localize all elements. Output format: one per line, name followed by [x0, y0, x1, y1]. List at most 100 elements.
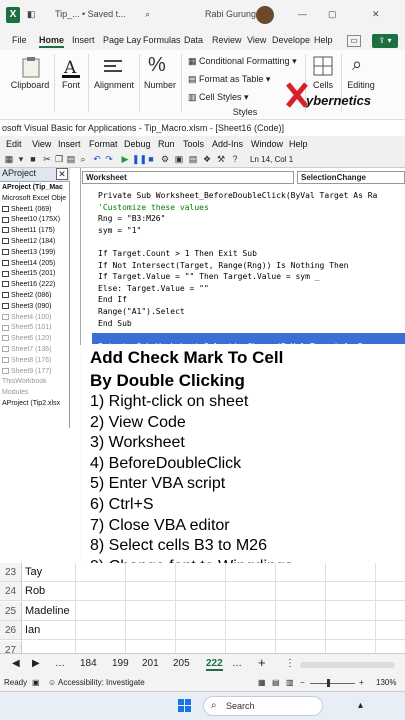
tab-developer[interactable]: Develope [272, 35, 310, 45]
code-line[interactable]: Range("A1").Select [98, 307, 185, 316]
code-line[interactable]: If Target.Count > 1 Then Exit Sub [98, 249, 257, 258]
run-icon[interactable]: ▶ [120, 154, 130, 164]
paste-icon[interactable]: ▤ [66, 154, 76, 164]
project-explorer-icon[interactable]: ▣ [174, 154, 184, 164]
zoom-level[interactable]: 130% [376, 678, 396, 687]
row-header[interactable]: 26 [0, 621, 22, 641]
code-line[interactable]: sym = "1" [98, 226, 141, 235]
row-header[interactable]: 25 [0, 601, 22, 621]
macro-record-icon[interactable]: ▣ [32, 678, 40, 687]
design-mode-icon[interactable]: ⚙ [160, 154, 170, 164]
project-tree-item[interactable]: ThisWorkbook [2, 378, 47, 385]
code-line[interactable]: End Sub [98, 319, 132, 328]
tab-scroll-left-icon[interactable]: ◀ [12, 658, 20, 669]
minimize-icon[interactable]: — [298, 9, 307, 19]
undo-icon[interactable]: ↶ [92, 154, 102, 164]
taskbar-search-input[interactable]: ⌕ Search [203, 696, 323, 716]
vba-menu-format[interactable]: Format [89, 139, 118, 149]
code-line[interactable]: End If [98, 295, 127, 304]
project-tree-item[interactable]: Modules [2, 389, 28, 396]
redo-icon[interactable]: ↷ [104, 154, 114, 164]
vba-menu-run[interactable]: Run [158, 139, 175, 149]
sheet-tab[interactable]: 205 [173, 658, 190, 669]
share-button[interactable]: ⇪ ▾ [372, 34, 398, 48]
sheet-tab[interactable]: 184 [80, 658, 97, 669]
code-line[interactable]: If Not Intersect(Target, Range(Rng)) Is … [98, 261, 348, 270]
tab-page-layout[interactable]: Page Lay [103, 35, 141, 45]
tab-more-icon[interactable]: … [55, 658, 65, 669]
find-icon[interactable]: ⌕ [78, 154, 88, 164]
editing-search-icon[interactable]: ⌕ [352, 54, 362, 75]
grid-cell[interactable]: Rob [22, 582, 405, 602]
project-tree-item[interactable]: Sheet5 (101) [2, 324, 51, 331]
project-tree-item[interactable]: Sheet10 (175X) [2, 216, 60, 223]
accessibility-icon[interactable]: ☺ [48, 678, 56, 687]
grid-cell[interactable]: Madeline [22, 602, 405, 621]
project-tree-item[interactable]: Sheet14 (205) [2, 260, 55, 267]
project-tree-item[interactable]: Sheet7 (136) [2, 346, 51, 353]
project-tree-item[interactable]: Microsoft Excel Obje [2, 195, 66, 202]
tab-scroll-right-icon[interactable]: ▶ [32, 658, 40, 669]
procedure-combo[interactable]: SelectionChange [297, 171, 405, 184]
tab-view[interactable]: View [247, 35, 266, 45]
sheet-tab[interactable]: 199 [112, 658, 129, 669]
copy-icon[interactable]: ❐ [54, 154, 64, 164]
tab-formulas[interactable]: Formulas [143, 35, 181, 45]
project-tree-item[interactable]: Sheet9 (177) [2, 368, 51, 375]
sheet-more-icon[interactable]: ⋮ [285, 658, 295, 669]
tray-icon[interactable]: ▴ [358, 700, 363, 711]
add-sheet-button[interactable]: + [258, 655, 266, 670]
vba-menu-debug[interactable]: Debug [124, 139, 151, 149]
cell-styles-button[interactable]: ▥ Cell Styles ▾ [188, 92, 249, 103]
object-browser-icon[interactable]: ❖ [202, 154, 212, 164]
project-tree-item[interactable]: Sheet12 (184) [2, 238, 55, 245]
project-tree-item[interactable]: Sheet6 (120) [2, 335, 51, 342]
reset-icon[interactable]: ■ [146, 154, 156, 164]
zoom-out-icon[interactable]: − [300, 678, 305, 687]
grid-cell[interactable]: Tay [22, 563, 405, 582]
vba-menu-window[interactable]: Window [251, 139, 283, 149]
tab-data[interactable]: Data [184, 35, 203, 45]
tab-home[interactable]: Home [39, 35, 65, 48]
vba-menu-edit[interactable]: Edit [6, 139, 22, 149]
project-tree-item[interactable]: Sheet15 (201) [2, 270, 55, 277]
project-tree-item[interactable]: AProject (Tip2.xlsx [2, 400, 60, 407]
cells-icon[interactable] [313, 56, 333, 76]
search-icon[interactable]: ⌕ [145, 9, 150, 20]
project-tree-item[interactable]: Sheet3 (090) [2, 303, 51, 310]
vba-menu-insert[interactable]: Insert [58, 139, 81, 149]
project-tree-item[interactable]: Sheet11 (175) [2, 227, 55, 234]
zoom-slider-thumb[interactable] [327, 679, 330, 687]
sheet-tab-more-icon[interactable]: … [232, 658, 242, 669]
vba-menu-tools[interactable]: Tools [183, 139, 204, 149]
conditional-formatting-button[interactable]: ▦ Conditional Formatting ▾ [188, 56, 297, 67]
properties-icon[interactable]: ▤ [188, 154, 198, 164]
avatar[interactable] [256, 6, 274, 24]
tab-insert[interactable]: Insert [72, 35, 95, 45]
project-tree-item[interactable]: Sheet16 (222) [2, 281, 55, 288]
tab-file[interactable]: File [12, 35, 27, 45]
cut-icon[interactable]: ✂ [42, 154, 52, 164]
help-icon[interactable]: ? [230, 154, 240, 164]
tab-review[interactable]: Review [212, 35, 242, 45]
zoom-in-icon[interactable]: + [359, 678, 364, 687]
object-combo[interactable]: Worksheet [82, 171, 294, 184]
page-break-icon[interactable]: ▥ [286, 678, 294, 687]
insert-module-icon[interactable]: ▾ [16, 154, 26, 164]
code-line[interactable]: 'Customize these values [98, 203, 209, 212]
code-line[interactable]: If Target.Value = "" Then Target.Value =… [98, 272, 320, 281]
format-as-table-button[interactable]: ▤ Format as Table ▾ [188, 74, 270, 85]
grid-cell[interactable]: Ian [22, 621, 405, 641]
zoom-slider[interactable] [310, 683, 355, 684]
project-tree-item[interactable]: Sheet2 (086) [2, 292, 51, 299]
windows-start-icon[interactable] [178, 699, 192, 713]
tab-help[interactable]: Help [314, 35, 333, 45]
comments-icon[interactable]: ▭ [347, 35, 361, 47]
normal-view-icon[interactable]: ▦ [258, 678, 266, 687]
sheet-tab-active[interactable]: 222 [206, 658, 223, 671]
font-icon[interactable]: A [60, 56, 82, 78]
project-tree-item[interactable]: Sheet4 (100) [2, 314, 51, 321]
close-pane-icon[interactable]: ✕ [56, 168, 68, 180]
sheet-tab[interactable]: 201 [142, 658, 159, 669]
clipboard-icon[interactable] [20, 56, 42, 78]
